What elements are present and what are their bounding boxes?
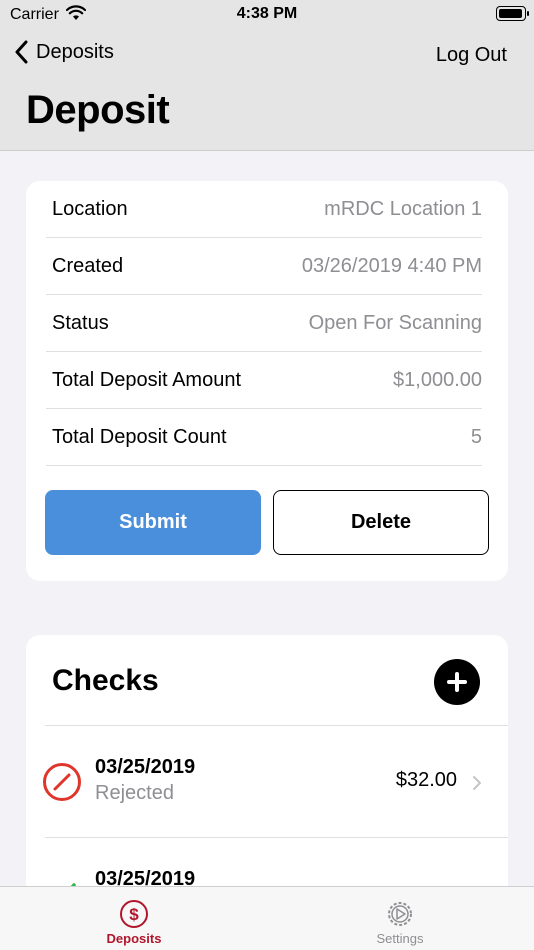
detail-label: Status bbox=[52, 311, 109, 334]
back-button[interactable]: Deposits bbox=[14, 40, 114, 64]
check-date: 03/25/2019 bbox=[95, 756, 196, 778]
detail-row-total-amount: Total Deposit Amount $1,000.00 bbox=[46, 352, 482, 409]
gear-icon bbox=[388, 902, 412, 926]
svg-text:$: $ bbox=[129, 905, 139, 924]
page-title: Deposit bbox=[26, 88, 170, 132]
check-status: Rejected bbox=[95, 782, 174, 804]
checks-section-title: Checks bbox=[52, 664, 159, 697]
delete-button[interactable]: Delete bbox=[273, 490, 489, 555]
detail-value: Open For Scanning bbox=[308, 311, 482, 334]
dollar-circle-icon: $ bbox=[120, 900, 148, 928]
clock: 4:38 PM bbox=[236, 5, 298, 22]
battery-icon bbox=[496, 6, 529, 21]
navigation-bar: Deposits Log Out Deposit bbox=[0, 30, 534, 151]
detail-row-total-count: Total Deposit Count 5 bbox=[46, 409, 482, 466]
detail-label: Total Deposit Count bbox=[52, 425, 227, 448]
detail-row-status: Status Open For Scanning bbox=[46, 295, 482, 352]
detail-label: Created bbox=[52, 254, 124, 277]
check-amount: $32.00 bbox=[395, 769, 457, 791]
detail-label: Total Deposit Amount bbox=[52, 368, 241, 391]
tab-bar: $ Deposits Settings bbox=[0, 886, 534, 950]
submit-button[interactable]: Submit bbox=[45, 490, 261, 555]
deposit-details-card: Location mRDC Location 1 Created 03/26/2… bbox=[26, 181, 508, 581]
detail-row-created: Created 03/26/2019 4:40 PM bbox=[46, 238, 482, 295]
rejected-icon bbox=[43, 763, 81, 801]
tab-label: Deposits bbox=[106, 931, 162, 946]
chevron-left-icon bbox=[15, 40, 28, 64]
back-button-label: Deposits bbox=[36, 40, 114, 63]
detail-value: $1,000.00 bbox=[393, 368, 482, 391]
check-list-item[interactable]: 03/25/2019 Rejected $32.00 bbox=[26, 726, 508, 838]
tab-settings[interactable]: Settings bbox=[340, 899, 460, 946]
detail-label: Location bbox=[52, 197, 128, 220]
add-check-button[interactable] bbox=[434, 659, 480, 705]
status-bar: Carrier 4:38 PM bbox=[0, 0, 534, 30]
detail-value: 03/26/2019 4:40 PM bbox=[301, 254, 482, 277]
tab-deposits[interactable]: $ Deposits bbox=[74, 899, 194, 946]
tab-label: Settings bbox=[376, 931, 424, 946]
detail-row-location: Location mRDC Location 1 bbox=[46, 181, 482, 238]
detail-value: mRDC Location 1 bbox=[324, 197, 482, 220]
chevron-right-icon bbox=[473, 776, 481, 790]
detail-value: 5 bbox=[470, 425, 482, 448]
logout-button[interactable]: Log Out bbox=[436, 44, 507, 67]
